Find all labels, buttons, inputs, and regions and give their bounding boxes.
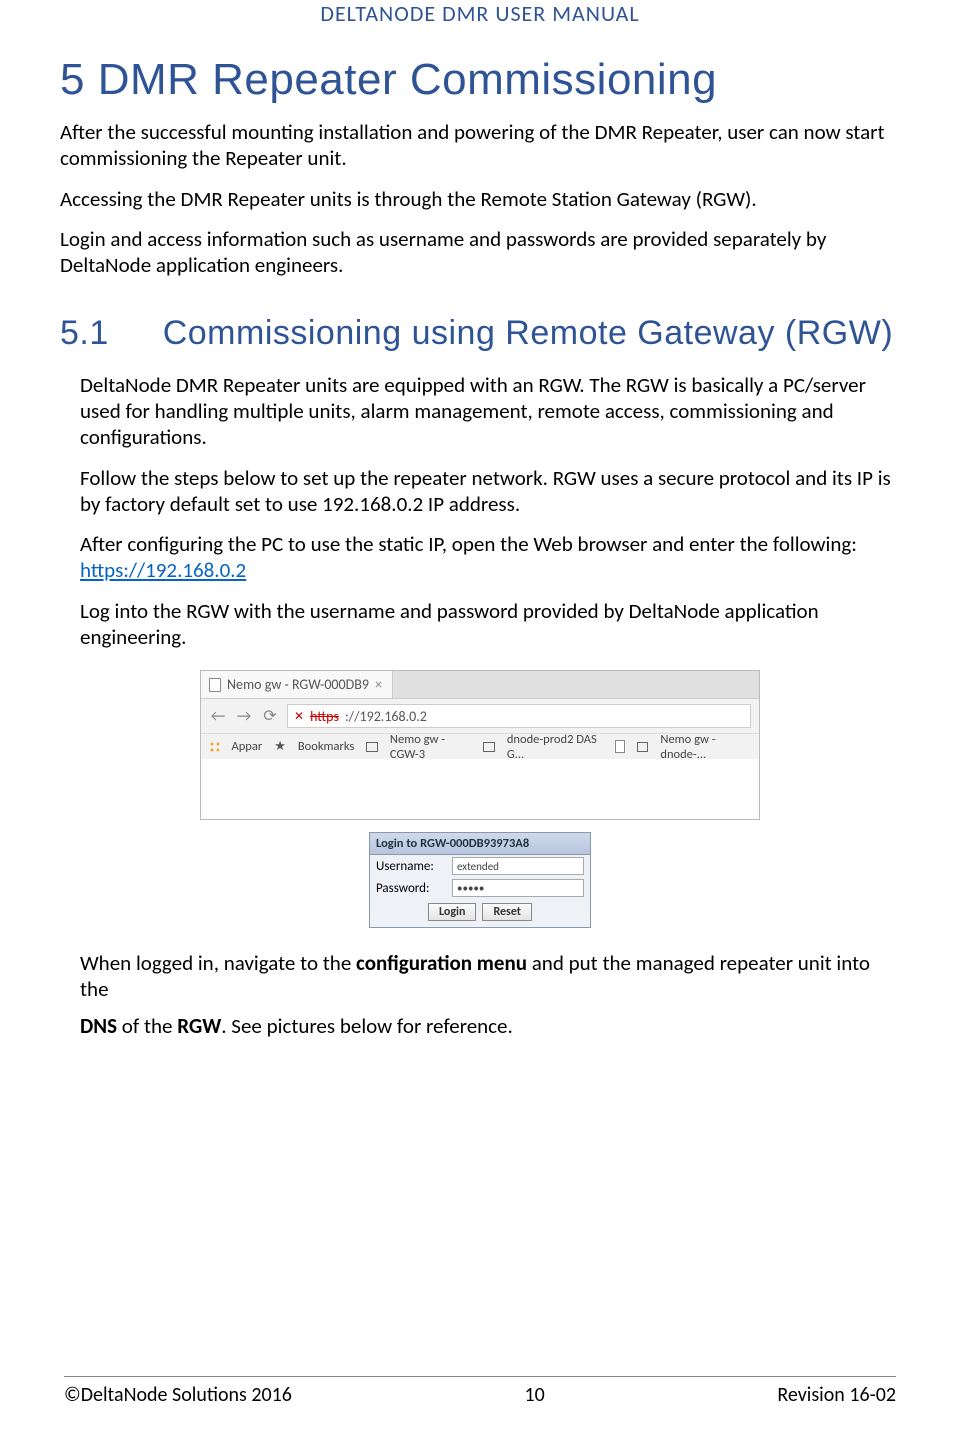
browser-chrome: Nemo gw - RGW-000DB9 × ← → ⟳ ✕ https ://1… <box>200 670 760 820</box>
star-icon: ★ <box>274 739 286 754</box>
text: When logged in, navigate to the <box>80 950 356 976</box>
login-title: Login to RGW-000DB93973A8 <box>370 833 590 855</box>
close-tab-icon[interactable]: × <box>375 676 382 693</box>
bold-rgw: RGW <box>177 1013 221 1039</box>
browser-tab[interactable]: Nemo gw - RGW-000DB9 × <box>201 671 393 698</box>
page-header-title: DELTANODE DMR USER MANUAL <box>60 0 900 27</box>
page-icon <box>615 740 625 753</box>
screenshot-block: Nemo gw - RGW-000DB9 × ← → ⟳ ✕ https ://1… <box>200 670 760 928</box>
reset-button[interactable]: Reset <box>482 903 532 921</box>
login-button[interactable]: Login <box>428 903 476 921</box>
section-heading: 5.1 Commissioning using Remote Gateway (… <box>60 310 900 358</box>
folder-icon <box>637 742 649 752</box>
text: . See pictures below for reference. <box>221 1013 513 1039</box>
bold-config-menu: configuration menu <box>356 950 527 976</box>
footer-page-number: 10 <box>525 1383 545 1407</box>
footer-copyright: ©DeltaNode Solutions 2016 <box>64 1383 292 1407</box>
folder-icon <box>366 742 378 752</box>
browser-tab-title: Nemo gw - RGW-000DB9 <box>227 676 369 693</box>
section-para-4: Log into the RGW with the username and p… <box>60 598 900 651</box>
bookmark-apps[interactable]: Appar <box>231 739 262 754</box>
password-field[interactable]: ••••• <box>452 879 584 897</box>
username-field[interactable]: extended <box>452 857 584 875</box>
page-icon <box>209 678 221 692</box>
browser-toolbar: ← → ⟳ ✕ https ://192.168.0.2 <box>201 699 759 733</box>
browser-viewport <box>201 759 759 819</box>
section-para-2: Follow the steps below to set up the rep… <box>60 465 900 518</box>
post-screenshot-para-2: DNS of the RGW. See pictures below for r… <box>60 1013 900 1039</box>
section-number: 5.1 <box>60 314 109 352</box>
bold-dns: DNS <box>80 1013 117 1039</box>
section-para-3: After configuring the PC to use the stat… <box>60 531 900 584</box>
bookmark-4[interactable]: Nemo gw - dnode-... <box>660 732 751 762</box>
rgw-url-link[interactable]: https://192.168.0.2 <box>80 557 246 583</box>
insecure-icon: ✕ <box>294 709 304 724</box>
back-button[interactable]: ← <box>209 707 227 726</box>
apps-icon[interactable] <box>209 741 219 753</box>
browser-tabstrip: Nemo gw - RGW-000DB9 × <box>201 671 759 699</box>
url-rest: ://192.168.0.2 <box>345 708 427 725</box>
bookmark-3[interactable]: dnode-prod2 DAS G... <box>507 732 603 762</box>
text: of the <box>117 1013 177 1039</box>
reload-button[interactable]: ⟳ <box>261 706 279 726</box>
page-footer: ©DeltaNode Solutions 2016 10 Revision 16… <box>64 1376 896 1407</box>
folder-icon <box>483 742 495 752</box>
login-dialog: Login to RGW-000DB93973A8 Username: exte… <box>369 832 591 928</box>
section-para-1: DeltaNode DMR Repeater units are equippe… <box>60 372 900 451</box>
bookmark-2[interactable]: Nemo gw - CGW-3 <box>390 732 471 762</box>
intro-para-1: After the successful mounting installati… <box>60 119 900 172</box>
chapter-heading: 5 DMR Repeater Commissioning <box>60 55 900 105</box>
post-screenshot-para-1: When logged in, navigate to the configur… <box>60 950 900 1003</box>
username-label: Username: <box>376 859 446 874</box>
intro-para-3: Login and access information such as use… <box>60 226 900 279</box>
section-para-3-pre: After configuring the PC to use the stat… <box>80 531 857 557</box>
address-bar[interactable]: ✕ https ://192.168.0.2 <box>287 704 751 728</box>
forward-button[interactable]: → <box>235 707 253 726</box>
bookmarks-bar: Appar ★ Bookmarks Nemo gw - CGW-3 dnode-… <box>201 733 759 759</box>
footer-revision: Revision 16-02 <box>777 1383 896 1407</box>
intro-para-2: Accessing the DMR Repeater units is thro… <box>60 186 900 212</box>
password-label: Password: <box>376 881 446 896</box>
bookmark-1[interactable]: Bookmarks <box>298 739 354 754</box>
section-title: Commissioning using Remote Gateway (RGW) <box>119 310 893 358</box>
url-scheme: https <box>310 708 339 725</box>
